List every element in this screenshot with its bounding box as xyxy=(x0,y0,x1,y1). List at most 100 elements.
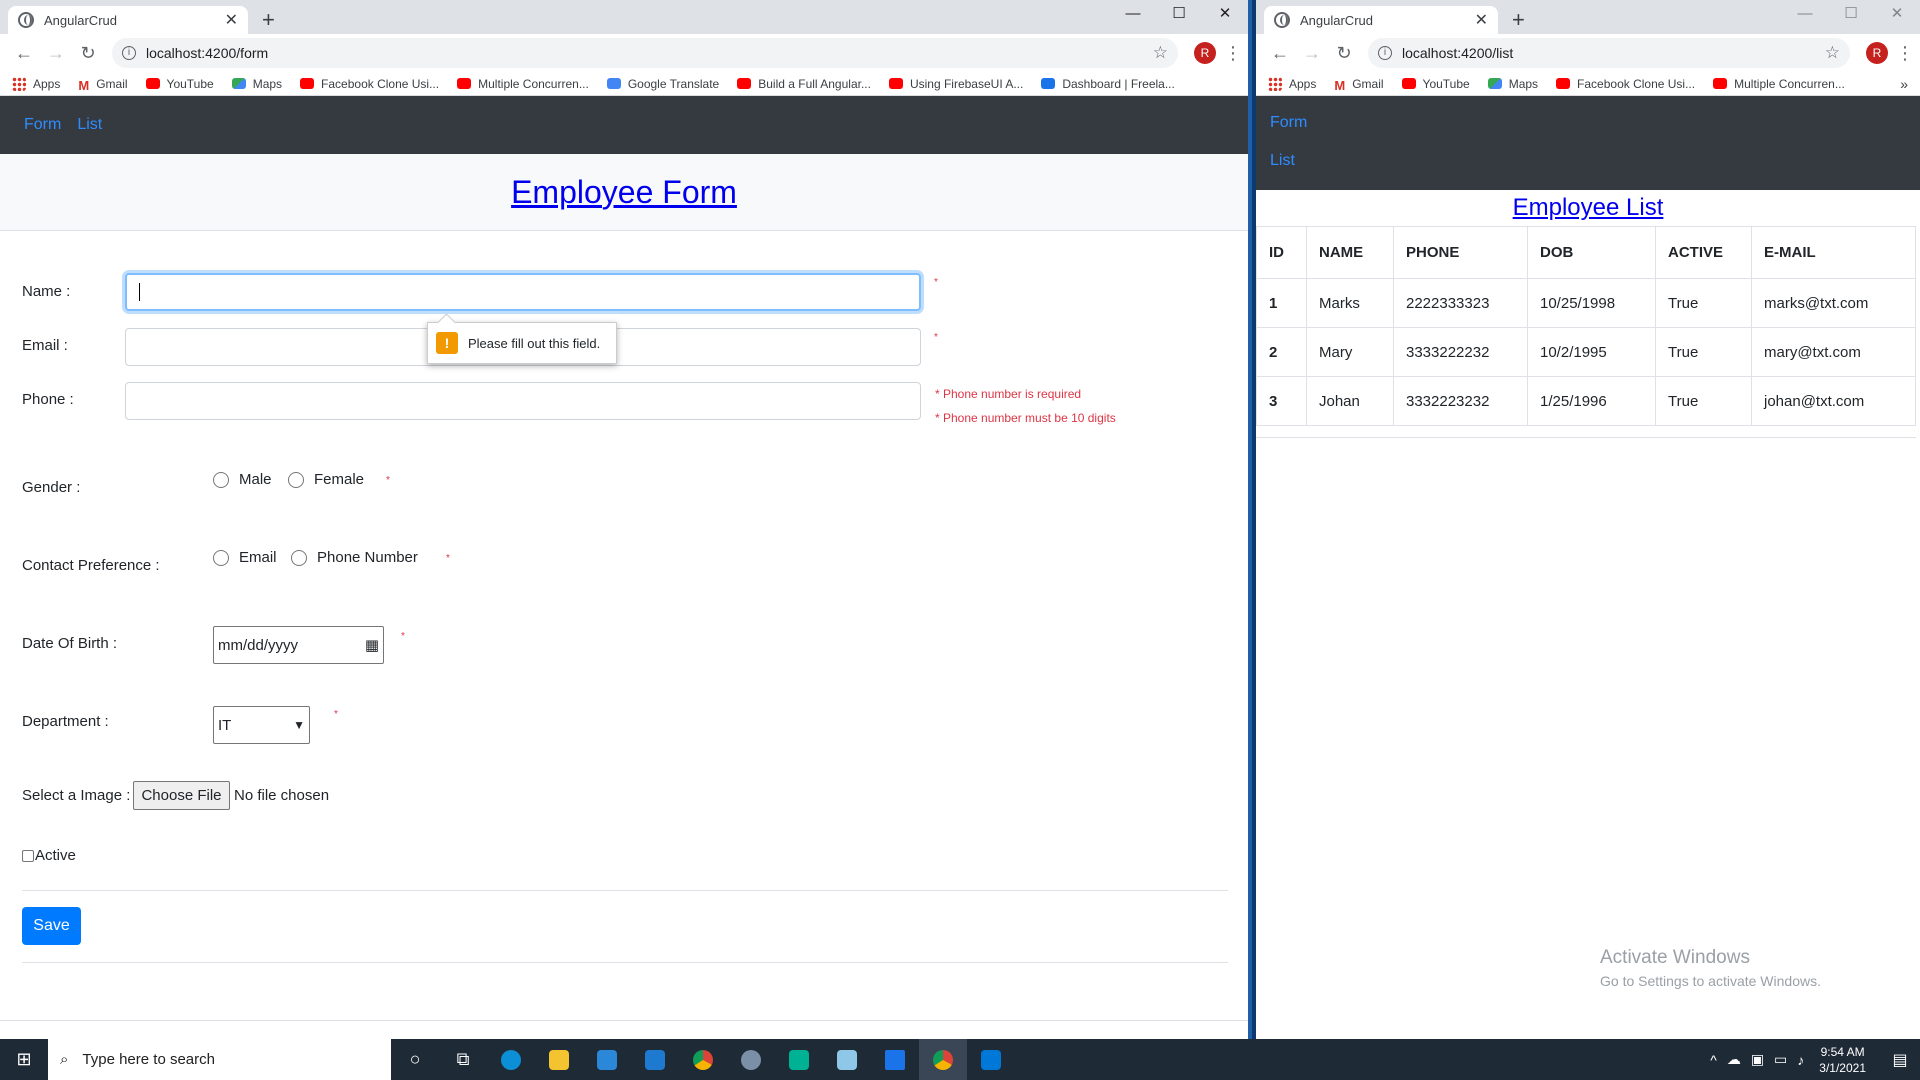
info-icon[interactable]: i xyxy=(1378,46,1392,60)
active-checkbox[interactable]: Active xyxy=(22,847,76,864)
notification-icon[interactable]: ▤ xyxy=(1880,1050,1920,1070)
minimize-icon[interactable]: — xyxy=(1110,0,1156,30)
bookmark-youtube[interactable]: YouTube xyxy=(145,77,214,91)
app-icon[interactable] xyxy=(775,1039,823,1080)
system-tray: ^ ☁ ▣ ▭ ♪ 9:54 AM 3/1/2021 ▤ xyxy=(1705,1044,1920,1076)
vscode-icon[interactable] xyxy=(967,1039,1015,1080)
bookmark-gmail[interactable]: M Gmail xyxy=(78,77,127,94)
volume-icon[interactable]: ♪ xyxy=(1797,1052,1804,1068)
menu-icon[interactable]: ⋮ xyxy=(1896,43,1914,64)
cortana-icon[interactable]: ○ xyxy=(391,1039,439,1080)
bookmark-facebook-clone[interactable]: Facebook Clone Usi... xyxy=(1556,77,1695,91)
clock[interactable]: 9:54 AM 3/1/2021 xyxy=(1819,1044,1866,1076)
maximize-icon[interactable]: ☐ xyxy=(1156,0,1202,30)
globe-app-icon[interactable] xyxy=(727,1039,775,1080)
calendar-icon[interactable]: ▦ xyxy=(365,636,379,654)
bookmark-build-angular[interactable]: Build a Full Angular... xyxy=(737,77,871,91)
save-button[interactable]: Save xyxy=(22,907,81,945)
chrome-active-icon[interactable] xyxy=(919,1039,967,1080)
page-header: Employee List xyxy=(1256,190,1920,226)
maximize-icon[interactable]: ☐ xyxy=(1828,0,1874,30)
bookmark-facebook-clone[interactable]: Facebook Clone Usi... xyxy=(300,77,439,91)
contact-email-radio[interactable]: Email xyxy=(213,549,277,566)
choose-file-button[interactable]: Choose File xyxy=(133,781,230,810)
close-window-icon[interactable]: ✕ xyxy=(1874,0,1920,30)
forward-icon[interactable]: → xyxy=(1296,43,1328,64)
notepad-icon[interactable] xyxy=(823,1039,871,1080)
close-tab-icon[interactable]: ✕ xyxy=(225,10,238,30)
table-cell: Mary xyxy=(1306,327,1394,377)
task-view-icon[interactable]: ⧉ xyxy=(439,1039,487,1080)
back-icon[interactable]: ← xyxy=(8,43,40,64)
bookmark-star-icon[interactable]: ☆ xyxy=(1825,43,1840,63)
profile-avatar[interactable]: R xyxy=(1866,42,1888,64)
contact-phone-radio[interactable]: Phone Number xyxy=(291,549,418,566)
close-tab-icon[interactable]: ✕ xyxy=(1475,10,1488,30)
bookmark-maps[interactable]: Maps xyxy=(1487,77,1538,91)
globe-icon xyxy=(1274,12,1290,28)
bookmark-multiple-concurrency[interactable]: Multiple Concurren... xyxy=(457,77,589,91)
bookmark-youtube[interactable]: YouTube xyxy=(1401,77,1470,91)
nav-link-list[interactable]: List xyxy=(77,116,102,134)
network-icon[interactable]: ▭ xyxy=(1774,1051,1787,1068)
new-tab-button[interactable]: + xyxy=(1512,9,1525,31)
gender-female-radio[interactable]: Female xyxy=(288,471,364,488)
radio-circle xyxy=(213,549,229,566)
minimize-icon[interactable]: — xyxy=(1782,0,1828,30)
column-header: ID xyxy=(1256,226,1307,279)
radio-circle xyxy=(288,471,304,488)
menu-icon[interactable]: ⋮ xyxy=(1224,43,1242,64)
file-explorer-icon[interactable] xyxy=(535,1039,583,1080)
reload-icon[interactable]: ↻ xyxy=(1328,43,1360,64)
bookmark-apps[interactable]: Apps xyxy=(12,76,60,91)
youtube-icon xyxy=(737,78,752,89)
tab-title: AngularCrud xyxy=(1300,12,1373,28)
dob-input[interactable]: mm/dd/yyyy ▦ xyxy=(213,626,384,664)
edge-icon[interactable] xyxy=(487,1039,535,1080)
column-header: ACTIVE xyxy=(1655,226,1752,279)
name-input[interactable] xyxy=(125,273,921,311)
reload-icon[interactable]: ↻ xyxy=(72,43,104,64)
profile-avatar[interactable]: R xyxy=(1194,42,1216,64)
bookmark-dashboard[interactable]: Dashboard | Freela... xyxy=(1041,77,1175,91)
gender-male-radio[interactable]: Male xyxy=(213,471,272,488)
display-icon[interactable]: ▣ xyxy=(1751,1051,1764,1068)
bookmark-apps[interactable]: Apps xyxy=(1268,76,1316,91)
image-label: Select a Image : xyxy=(22,787,131,804)
address-bar[interactable]: i localhost:4200/form ☆ xyxy=(112,38,1178,68)
gmail-icon: M xyxy=(78,78,90,93)
vscode-yellow-icon[interactable] xyxy=(871,1039,919,1080)
chevron-right-icon[interactable]: » xyxy=(1900,76,1908,92)
forward-icon[interactable]: → xyxy=(40,43,72,64)
taskbar-search[interactable]: ⌕ Type here to search xyxy=(48,1039,391,1080)
back-icon[interactable]: ← xyxy=(1264,43,1296,64)
phone-error-digits: * Phone number must be 10 digits xyxy=(935,411,1116,425)
bookmarks-bar: Apps M Gmail YouTube Maps Facebook Clone … xyxy=(1256,72,1920,96)
department-select[interactable]: IT ▼ xyxy=(213,706,310,744)
phone-input[interactable] xyxy=(125,382,921,420)
mail-icon[interactable] xyxy=(631,1039,679,1080)
address-bar[interactable]: i localhost:4200/list ☆ xyxy=(1368,38,1850,68)
store-icon[interactable] xyxy=(583,1039,631,1080)
info-icon[interactable]: i xyxy=(122,46,136,60)
close-window-icon[interactable]: ✕ xyxy=(1202,0,1248,30)
bookmark-firebaseui[interactable]: Using FirebaseUI A... xyxy=(888,77,1023,91)
youtube-icon xyxy=(1556,78,1571,89)
nav-link-list[interactable]: List xyxy=(1270,152,1906,170)
globe-icon xyxy=(18,12,34,28)
chevron-up-icon[interactable]: ^ xyxy=(1710,1052,1717,1068)
nav-link-form[interactable]: Form xyxy=(24,116,61,134)
new-tab-button[interactable]: + xyxy=(262,9,275,31)
bookmark-star-icon[interactable]: ☆ xyxy=(1153,43,1168,63)
browser-tab[interactable]: AngularCrud ✕ xyxy=(8,6,248,34)
column-header: PHONE xyxy=(1393,226,1528,279)
bookmark-multiple-concurrency[interactable]: Multiple Concurren... xyxy=(1713,77,1845,91)
nav-link-form[interactable]: Form xyxy=(1270,114,1906,132)
browser-tab[interactable]: AngularCrud ✕ xyxy=(1264,6,1498,34)
bookmark-gmail[interactable]: M Gmail xyxy=(1334,77,1383,94)
windows-start-icon[interactable]: ⊞ xyxy=(0,1049,48,1070)
cloud-icon[interactable]: ☁ xyxy=(1727,1051,1741,1068)
bookmark-maps[interactable]: Maps xyxy=(231,77,282,91)
bookmark-google-translate[interactable]: Google Translate xyxy=(606,77,719,91)
chrome-icon[interactable] xyxy=(679,1039,727,1080)
